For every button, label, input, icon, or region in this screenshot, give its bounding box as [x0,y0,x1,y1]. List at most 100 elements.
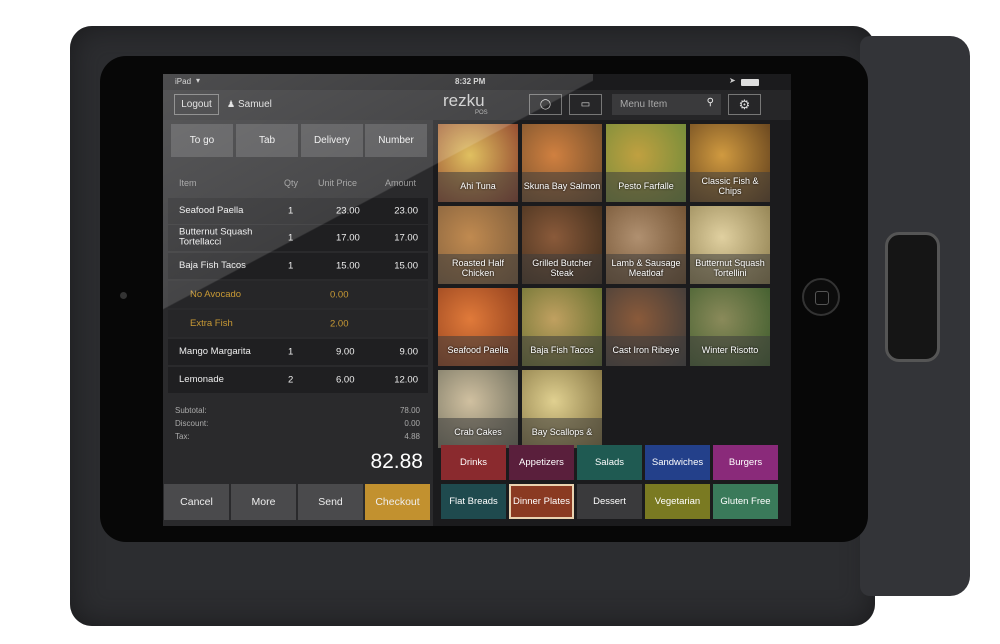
menu-item-tile[interactable]: Bay Scallops & [522,370,602,448]
order-line-item[interactable]: Extra Fish 2.00 [168,310,428,337]
category-button[interactable]: Gluten Free [713,484,778,519]
checkout-button[interactable]: Checkout [365,484,430,520]
cancel-button[interactable]: Cancel [164,484,229,520]
tax-label: Tax: [175,432,190,441]
tax-value: 4.88 [404,432,420,441]
home-button[interactable] [802,278,840,316]
menu-item-tile[interactable]: Seafood Paella [438,288,518,366]
menu-item-label: Baja Fish Tacos [522,336,602,366]
order-line-item[interactable]: Lemonade 2 6.00 12.00 [168,367,428,393]
cash-drawer-button[interactable]: ▭ [569,94,602,115]
line-item-qty: 1 [288,232,294,244]
person-icon: ◯ [539,99,552,110]
line-item-name: No Avocado [190,288,242,300]
search-icon: ⚲ [706,97,714,108]
order-line-item[interactable]: No Avocado 0.00 [168,281,428,308]
col-qty: Qty [284,178,299,188]
line-item-name: Baja Fish Tacos [179,259,246,271]
send-button[interactable]: Send [298,484,363,520]
menu-item-tile[interactable]: Cast Iron Ribeye [606,288,686,366]
location-icon: ➤ [729,76,736,85]
menu-item-label: Classic Fish & Chips [690,172,770,202]
category-button[interactable]: Salads [577,445,642,480]
menu-item-tile[interactable]: Skuna Bay Salmon [522,124,602,202]
order-line-item[interactable]: Mango Margarita 1 9.00 9.00 [168,339,428,365]
order-type-number[interactable]: Number [365,124,427,157]
menu-item-tile[interactable]: Baja Fish Tacos [522,288,602,366]
wifi-icon: ▾ [196,76,201,85]
menu-item-label: Lamb & Sausage Meatloaf [606,254,686,284]
subtotal-value: 78.00 [399,406,420,415]
order-type-tab[interactable]: Tab [236,124,298,157]
totals: Subtotal: 78.00 Discount: 0.00 Tax: 4.88 [175,404,420,443]
line-item-qty: 1 [288,346,294,358]
line-item-price: 17.00 [336,232,360,244]
line-item-qty: 2 [288,374,294,386]
category-button[interactable]: Dessert [577,484,642,519]
menu-item-tile[interactable]: Classic Fish & Chips [690,124,770,202]
menu-item-tile[interactable]: Lamb & Sausage Meatloaf [606,206,686,284]
col-amount: Amount [385,178,417,188]
order-line-item[interactable]: Baja Fish Tacos 1 15.00 15.00 [168,253,428,279]
card-icon: ▭ [580,99,591,110]
category-button[interactable]: Flat Breads [441,484,506,519]
line-item-name: Mango Margarita [179,345,251,357]
logout-button[interactable]: Logout [174,94,219,115]
customer-button[interactable]: ◯ [529,94,562,115]
menu-item-label: Winter Risotto [690,336,770,366]
line-item-price: 2.00 [330,318,349,329]
device-name: iPad [175,77,192,86]
line-item-price: 23.00 [336,205,360,217]
order-type-to-go[interactable]: To go [171,124,233,157]
category-button[interactable]: Sandwiches [645,445,710,480]
line-item-price: 15.00 [336,260,360,272]
order-panel: To go Tab Delivery Number Item Qty Unit … [163,120,433,526]
user-name: Samuel [238,99,272,110]
menu-item-label: Seafood Paella [438,336,518,366]
brand-sub: POS [475,110,488,116]
header: Logout ♟ Samuel rezku POS ◯ ▭ Menu Item … [163,90,791,120]
gear-icon: ⚙ [738,96,751,112]
category-button[interactable]: Dinner Plates [509,484,574,519]
menu-item-label: Grilled Butcher Steak [522,254,602,284]
menu-item-tile[interactable]: Crab Cakes [438,370,518,448]
menu-item-tile[interactable]: Ahi Tuna [438,124,518,202]
discount-value: 0.00 [404,419,420,428]
line-item-price: 6.00 [336,374,355,386]
menu-item-tile[interactable]: Grilled Butcher Steak [522,206,602,284]
category-button[interactable]: Burgers [713,445,778,480]
menu-item-tile[interactable]: Pesto Farfalle [606,124,686,202]
more-button[interactable]: More [231,484,296,520]
line-item-amount: 9.00 [399,346,419,358]
category-button[interactable]: Drinks [441,445,506,480]
status-bar: iPad ▾ 8:32 PM ➤ [163,74,791,90]
pos-screen: iPad ▾ 8:32 PM ➤ Logout ♟ Samuel rezku P… [163,74,791,526]
clock: 8:32 PM [455,77,486,86]
line-item-name: Butternut Squash Tortellacci [179,226,253,248]
menu-item-label: Crab Cakes [438,418,518,448]
menu-item-tile[interactable]: Butternut Squash Tortellini [690,206,770,284]
settings-button[interactable]: ⚙ [728,94,761,115]
card-reader [885,232,940,362]
order-type-delivery[interactable]: Delivery [301,124,363,157]
camera [120,292,127,299]
menu-item-tile[interactable]: Winter Risotto [690,288,770,366]
category-button[interactable]: Appetizers [509,445,574,480]
order-line-item[interactable]: Seafood Paella 1 23.00 23.00 [168,198,428,224]
menu-item-label: Cast Iron Ribeye [606,336,686,366]
line-item-qty: 1 [288,260,294,272]
menu-search-input[interactable]: Menu Item ⚲ [612,94,721,115]
menu-item-label: Ahi Tuna [438,172,518,202]
line-item-name: Extra Fish [190,317,233,329]
line-item-amount: 17.00 [394,232,418,244]
order-line-item[interactable]: Butternut Squash Tortellacci 1 17.00 17.… [168,225,428,251]
line-item-name: Lemonade [179,373,224,385]
col-item: Item [179,178,197,188]
category-button[interactable]: Vegetarian [645,484,710,519]
menu-item-tile[interactable]: Roasted Half Chicken [438,206,518,284]
battery-icon [741,79,759,86]
menu-item-label: Skuna Bay Salmon [522,172,602,202]
line-item-amount: 15.00 [394,260,418,272]
menu-item-label: Bay Scallops & [522,418,602,448]
col-unit-price: Unit Price [318,178,358,188]
